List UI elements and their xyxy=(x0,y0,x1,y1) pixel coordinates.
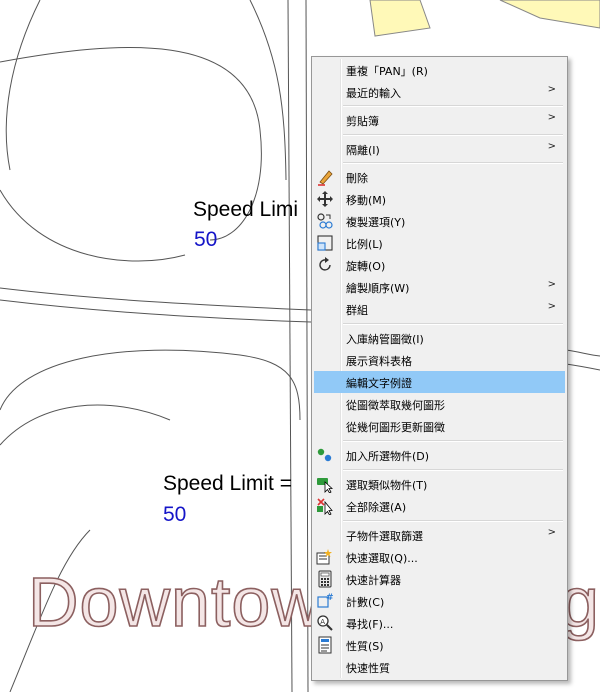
menu-item-scale[interactable]: 比例(L) xyxy=(314,232,565,254)
menu-separator xyxy=(343,469,563,471)
menu-separator xyxy=(343,105,563,107)
menu-item-quick-calculator[interactable]: 快速計算器 xyxy=(314,568,565,590)
menu-item-label: 隔離(I) xyxy=(346,144,380,157)
menu-item-subobject-filter[interactable]: 子物件選取篩選 > xyxy=(314,524,565,546)
menu-item-label: 旋轉(O) xyxy=(346,260,386,273)
calculator-icon xyxy=(318,570,332,588)
menu-item-label: 編輯文字例證 xyxy=(346,377,412,390)
parcel-shape xyxy=(369,0,431,37)
svg-text:A: A xyxy=(320,618,325,626)
menu-item-check-in-features[interactable]: 入庫納管圖徵(I) xyxy=(314,327,565,349)
menu-item-label: 快速選取(Q)... xyxy=(346,552,418,565)
menu-item-rotate[interactable]: 旋轉(O) xyxy=(314,254,565,276)
copy-icon xyxy=(317,213,333,229)
menu-item-label: 比例(L) xyxy=(346,238,383,251)
menu-separator xyxy=(343,520,563,522)
menu-separator xyxy=(343,323,563,325)
road-line xyxy=(0,189,186,262)
menu-item-draw-order[interactable]: 繪製順序(W) > xyxy=(314,276,565,298)
menu-item-erase[interactable]: 刪除 xyxy=(314,166,565,188)
menu-separator xyxy=(343,440,563,442)
eraser-icon xyxy=(318,170,333,186)
road-line xyxy=(5,0,41,171)
menu-item-clipboard[interactable]: 剪貼簿 > xyxy=(314,109,565,131)
find-icon: A xyxy=(317,615,333,631)
speed-limit-label[interactable]: Speed Limi xyxy=(193,198,298,222)
menu-item-add-selected[interactable]: 加入所選物件(D) xyxy=(314,444,565,466)
menu-item-count[interactable]: # 計數(C) xyxy=(314,590,565,612)
move-icon xyxy=(317,191,333,207)
menu-item-show-data-table[interactable]: 展示資料表格 xyxy=(314,349,565,371)
menu-item-isolate[interactable]: 隔離(I) > xyxy=(314,138,565,160)
speed-limit-value[interactable]: 50 xyxy=(194,228,217,252)
menu-item-label: 從幾何圖形更新圖徵 xyxy=(346,421,445,434)
menu-item-label: 從圖徵萃取幾何圖形 xyxy=(346,399,445,412)
select-similar-icon xyxy=(317,478,334,493)
road-line xyxy=(0,404,171,446)
menu-item-label: 性質(S) xyxy=(346,640,384,653)
menu-item-extract-geometry[interactable]: 從圖徵萃取幾何圖形 xyxy=(314,393,565,415)
parcel-shape xyxy=(499,0,600,29)
submenu-arrow-icon: > xyxy=(547,112,556,123)
menu-item-group[interactable]: 群組 > xyxy=(314,298,565,320)
road-line xyxy=(0,287,312,311)
menu-item-label: 重複「PAN」(R) xyxy=(346,65,428,78)
menu-item-label: 移動(M) xyxy=(346,194,387,207)
count-icon: # xyxy=(317,593,334,608)
menu-item-label: 入庫納管圖徵(I) xyxy=(346,333,424,346)
submenu-arrow-icon: > xyxy=(547,84,556,95)
menu-item-label: 加入所選物件(D) xyxy=(346,450,430,463)
road-line xyxy=(0,349,301,421)
menu-separator xyxy=(343,162,563,164)
menu-item-label: 複製選項(Y) xyxy=(346,216,406,229)
scale-icon xyxy=(317,235,333,251)
submenu-arrow-icon: > xyxy=(547,141,556,152)
speed-limit-label[interactable]: Speed Limit = xyxy=(163,472,292,496)
quick-select-icon xyxy=(316,549,332,565)
menu-item-select-similar[interactable]: 選取類似物件(T) xyxy=(314,473,565,495)
menu-item-deselect-all[interactable]: 全部除選(A) xyxy=(314,495,565,517)
submenu-arrow-icon: > xyxy=(547,301,556,312)
menu-item-label: 子物件選取篩選 xyxy=(346,530,423,543)
road-line xyxy=(0,299,312,323)
menu-item-copy-selection[interactable]: 複製選項(Y) xyxy=(314,210,565,232)
menu-item-label: 選取類似物件(T) xyxy=(346,479,428,492)
menu-item-label: 快速計算器 xyxy=(346,574,401,587)
menu-item-label: 群組 xyxy=(346,304,368,317)
submenu-arrow-icon: > xyxy=(547,527,556,538)
properties-icon xyxy=(318,636,332,654)
menu-item-recent-input[interactable]: 最近的輸入 > xyxy=(314,81,565,103)
menu-item-label: 快速性質 xyxy=(346,662,390,675)
menu-item-label: 展示資料表格 xyxy=(346,355,412,368)
menu-item-properties[interactable]: 性質(S) xyxy=(314,634,565,656)
menu-item-move[interactable]: 移動(M) xyxy=(314,188,565,210)
add-selected-icon xyxy=(317,448,332,462)
menu-item-label: 最近的輸入 xyxy=(346,87,401,100)
road-line xyxy=(565,363,600,371)
submenu-arrow-icon: > xyxy=(547,279,556,290)
context-menu: 重複「PAN」(R) 最近的輸入 > 剪貼簿 > 隔離(I) > 刪除 移動(M… xyxy=(311,56,568,681)
menu-item-quick-properties[interactable]: 快速性質 xyxy=(314,656,565,678)
menu-item-label: 全部除選(A) xyxy=(346,501,407,514)
road-line xyxy=(565,349,600,357)
menu-item-label: 計數(C) xyxy=(346,596,385,609)
menu-item-edit-text-example[interactable]: 編輯文字例證 xyxy=(314,371,565,393)
menu-item-update-features[interactable]: 從幾何圖形更新圖徵 xyxy=(314,415,565,437)
road-line xyxy=(249,0,287,181)
menu-item-find[interactable]: A 尋找(F)... xyxy=(314,612,565,634)
deselect-all-icon xyxy=(317,498,333,515)
menu-item-label: 尋找(F)... xyxy=(346,618,394,631)
menu-separator xyxy=(343,134,563,136)
menu-item-quick-select[interactable]: 快速選取(Q)... xyxy=(314,546,565,568)
menu-item-label: 剪貼簿 xyxy=(346,115,379,128)
rotate-icon xyxy=(319,257,331,271)
menu-item-label: 刪除 xyxy=(346,172,368,185)
svg-text:#: # xyxy=(326,593,334,603)
menu-item-repeat-pan[interactable]: 重複「PAN」(R) xyxy=(314,59,565,81)
menu-item-label: 繪製順序(W) xyxy=(346,282,410,295)
speed-limit-value[interactable]: 50 xyxy=(163,503,186,527)
